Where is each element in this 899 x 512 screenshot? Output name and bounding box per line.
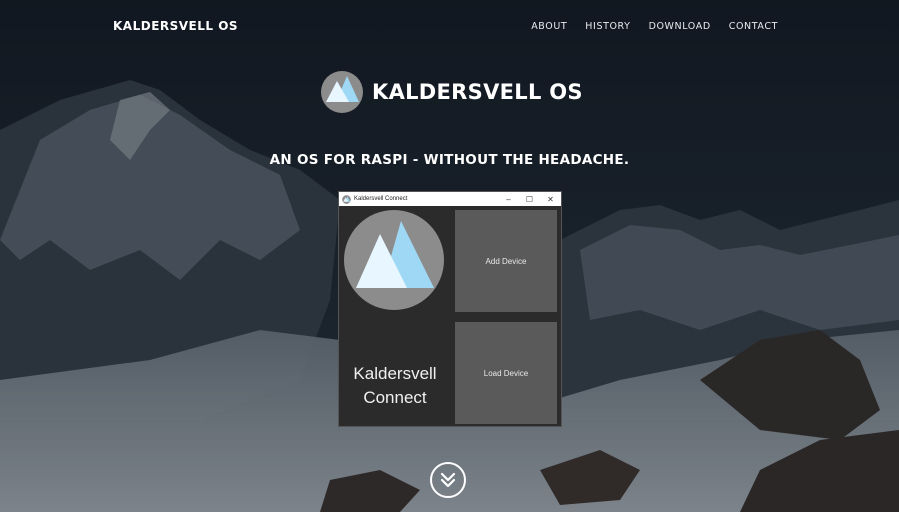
mountain-logo-icon — [344, 210, 444, 310]
maximize-button[interactable]: ☐ — [519, 192, 540, 206]
hero-tagline: AN OS FOR RASPI - WITHOUT THE HEADACHE. — [269, 152, 630, 168]
top-navbar: KALDERSVELL OS ABOUT HISTORY DOWNLOAD CO… — [0, 0, 899, 54]
nav-link-history[interactable]: HISTORY — [585, 21, 630, 32]
nav-link-about[interactable]: ABOUT — [531, 21, 567, 32]
window-body: Kaldersvell Connect Add Device Load Devi… — [339, 206, 561, 426]
hero-title: KALDERSVELL OS — [372, 80, 583, 104]
app-name-line2: Connect — [363, 388, 427, 407]
app-logo-icon — [342, 194, 351, 204]
app-window-preview: Kaldersvell Connect – ☐ ✕ Kaldersvell Co… — [338, 191, 562, 427]
mountain-logo-icon — [321, 71, 363, 113]
add-device-button[interactable]: Add Device — [455, 210, 557, 312]
minimize-button[interactable]: – — [498, 192, 519, 206]
window-titlebar: Kaldersvell Connect – ☐ ✕ — [339, 192, 561, 206]
window-controls: – ☐ ✕ — [498, 192, 561, 206]
load-device-button[interactable]: Load Device — [455, 322, 557, 424]
nav-links: ABOUT HISTORY DOWNLOAD CONTACT — [531, 21, 778, 32]
nav-link-download[interactable]: DOWNLOAD — [649, 21, 711, 32]
chevron-double-down-icon — [440, 472, 456, 488]
close-button[interactable]: ✕ — [540, 192, 561, 206]
brand-link[interactable]: KALDERSVELL OS — [113, 19, 238, 33]
hero-heading: KALDERSVELL OS — [320, 69, 583, 115]
scroll-down-button[interactable] — [430, 462, 466, 498]
nav-link-contact[interactable]: CONTACT — [729, 21, 778, 32]
window-title: Kaldersvell Connect — [354, 196, 408, 202]
app-name-line1: Kaldersvell — [353, 364, 437, 383]
app-name-label: Kaldersvell Connect — [339, 362, 451, 410]
